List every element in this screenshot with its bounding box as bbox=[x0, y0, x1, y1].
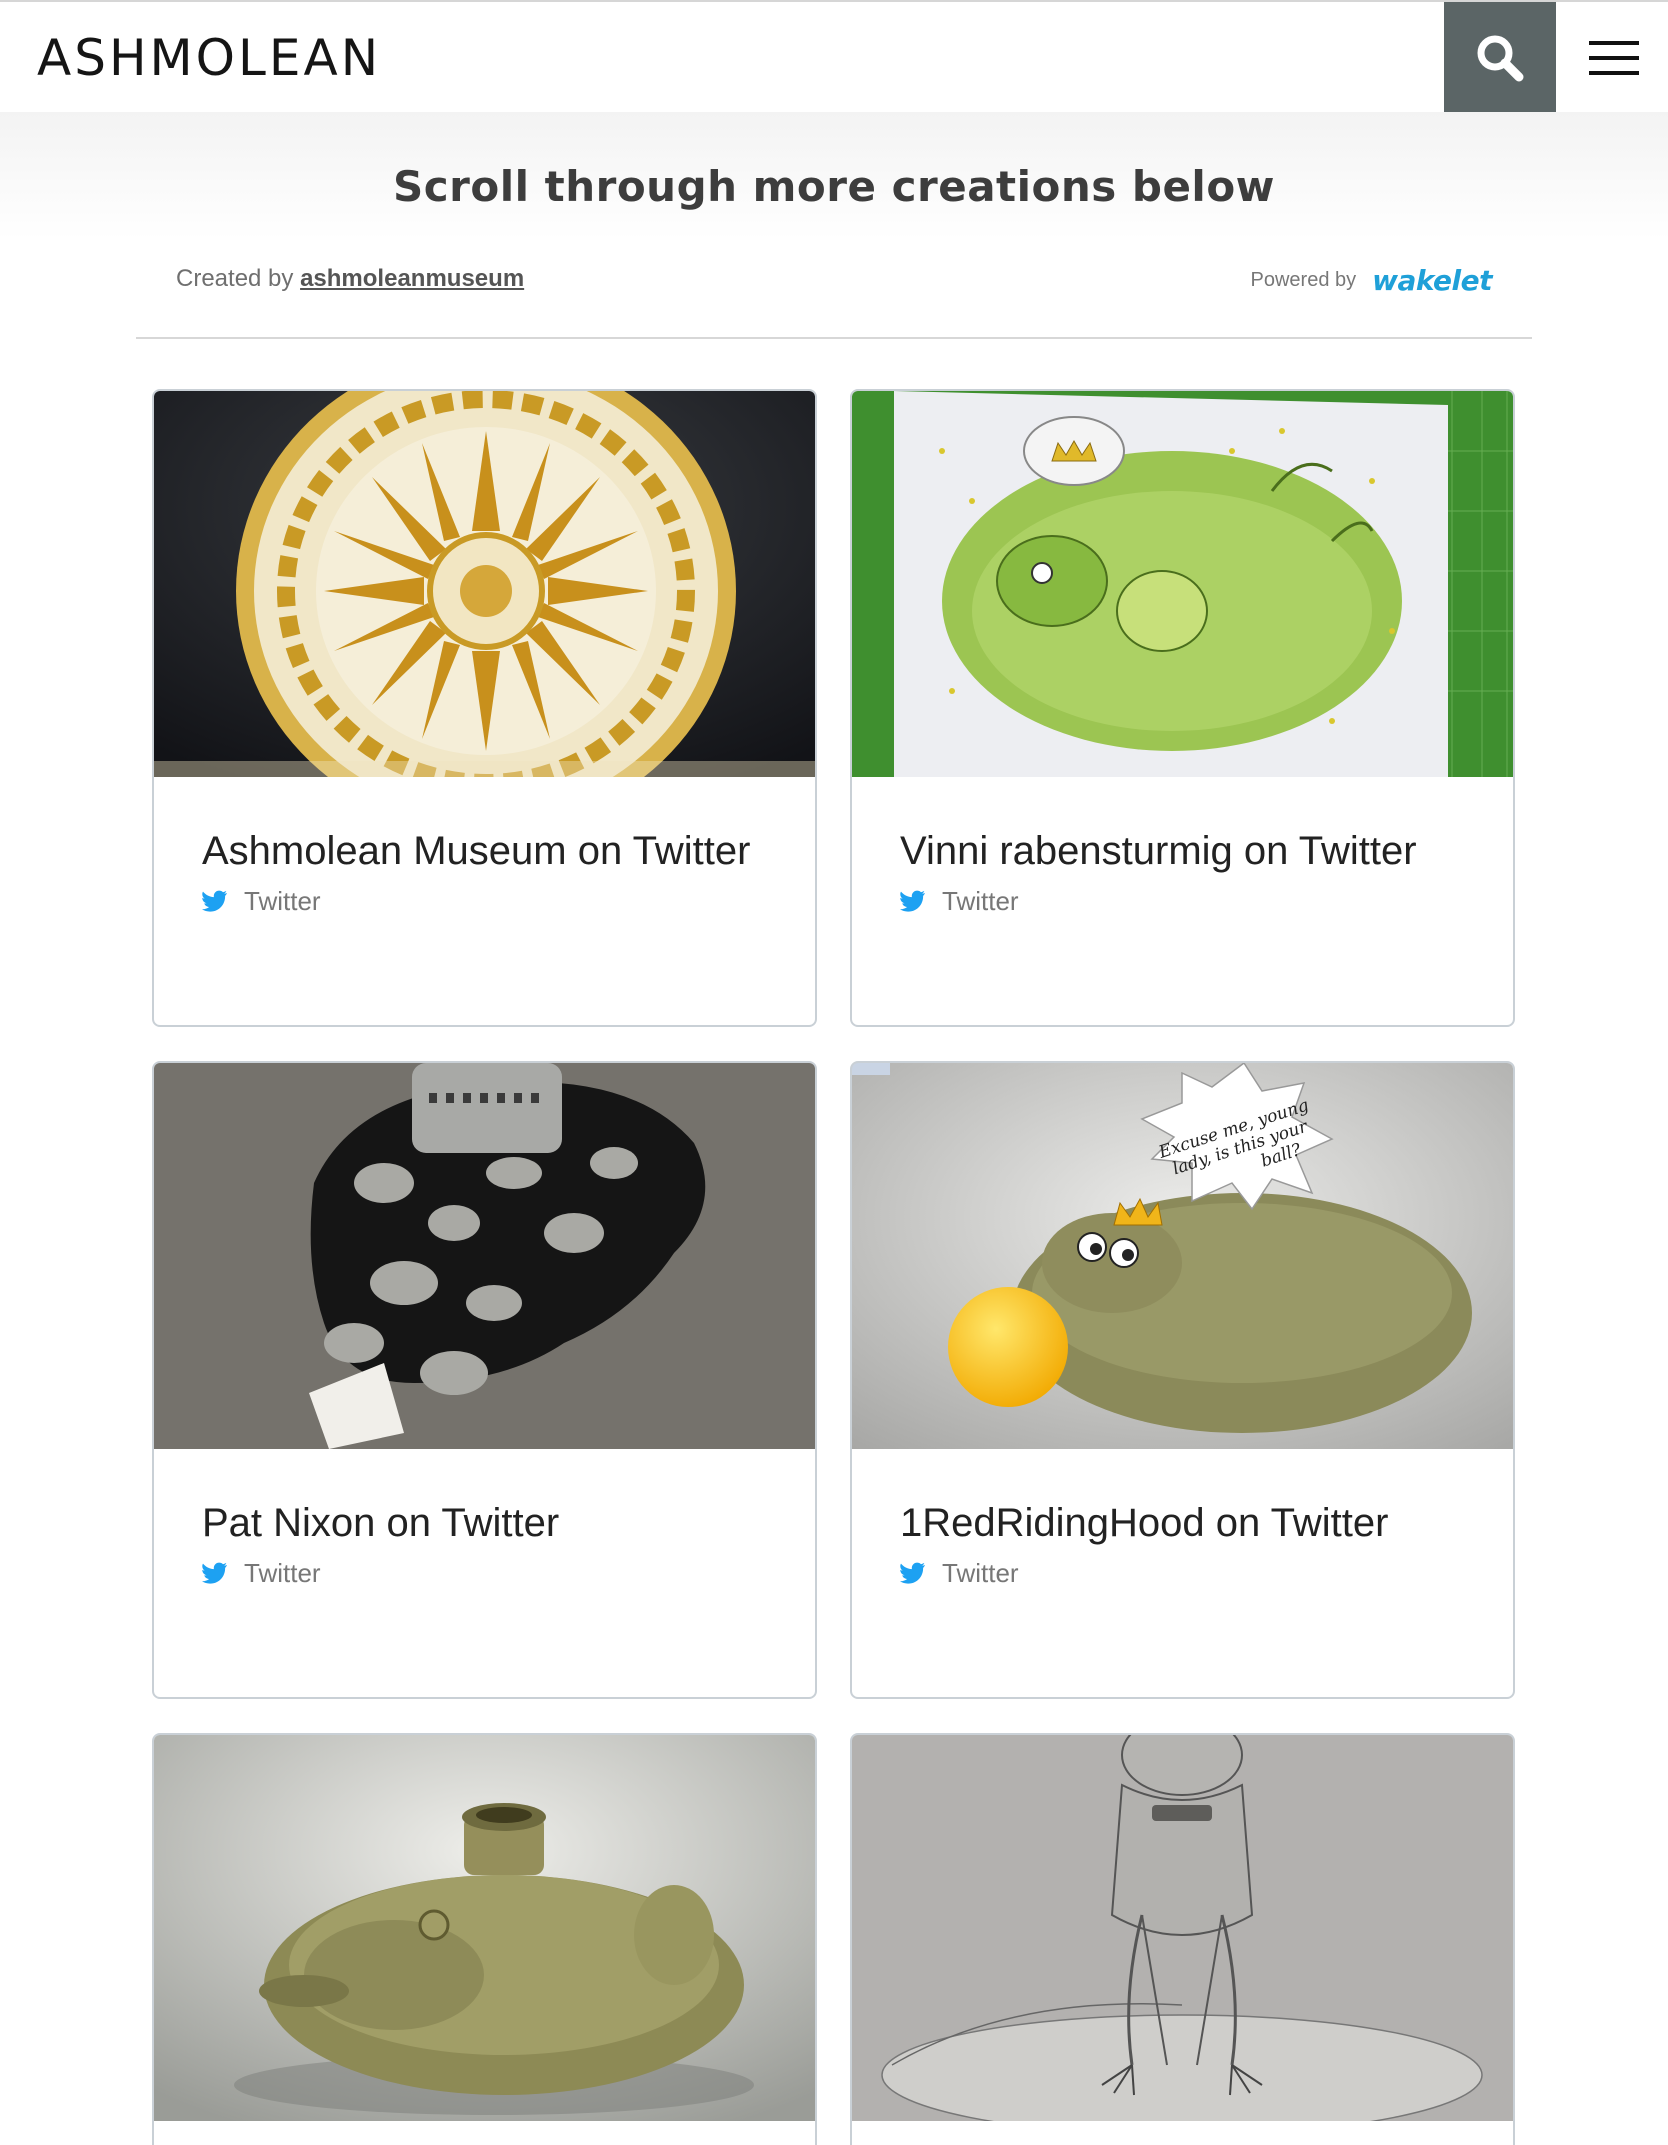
card-source-label: Twitter bbox=[244, 886, 321, 916]
card-source: Twitter bbox=[202, 885, 321, 917]
collection-card[interactable] bbox=[850, 1733, 1515, 2145]
card-source: Twitter bbox=[202, 1557, 321, 1589]
search-button[interactable] bbox=[1444, 2, 1556, 114]
twitter-bird-icon bbox=[900, 1562, 925, 1584]
collection-card[interactable]: Vinni rabensturmig on Twitter Twitter bbox=[850, 389, 1515, 1027]
card-source-label: Twitter bbox=[942, 886, 1019, 916]
site-header: ASHMOLEAN bbox=[0, 0, 1668, 114]
powered-by: Powered by wakelet bbox=[1250, 262, 1493, 298]
hamburger-menu-icon bbox=[1589, 41, 1639, 75]
created-by: Created by ashmoleanmuseum bbox=[176, 264, 524, 294]
card-title[interactable]: 1RedRidingHood on Twitter bbox=[900, 1499, 1388, 1547]
card-image-bowl[interactable] bbox=[154, 391, 815, 777]
pencil-frog-image bbox=[852, 1735, 1513, 2121]
card-source: Twitter bbox=[900, 885, 1019, 917]
search-icon bbox=[1477, 35, 1524, 82]
card-image-fabric-figure[interactable] bbox=[154, 1063, 815, 1449]
twitter-bird-icon bbox=[900, 890, 925, 912]
creator-link[interactable]: ashmoleanmuseum bbox=[300, 265, 524, 292]
frog-with-ball-image: Excuse me, young lady, is this your ball… bbox=[852, 1063, 1513, 1449]
twitter-bird-icon bbox=[202, 1562, 227, 1584]
card-source-label: Twitter bbox=[942, 1558, 1019, 1588]
frog-vessel-image bbox=[154, 1735, 815, 2121]
powered-by-label: Powered by bbox=[1250, 268, 1357, 291]
bowl-image bbox=[154, 391, 815, 777]
collection-card[interactable] bbox=[152, 1733, 817, 2145]
card-title[interactable]: Vinni rabensturmig on Twitter bbox=[900, 827, 1417, 875]
card-title[interactable]: Ashmolean Museum on Twitter bbox=[202, 827, 750, 875]
twitter-bird-icon bbox=[202, 890, 227, 912]
ashmolean-logo[interactable]: ASHMOLEAN bbox=[37, 28, 381, 88]
divider bbox=[136, 337, 1532, 339]
created-by-label: Created by bbox=[176, 265, 294, 292]
card-image-frog-with-ball[interactable]: Excuse me, young lady, is this your ball… bbox=[852, 1063, 1513, 1449]
page-title: Scroll through more creations below bbox=[393, 162, 1275, 211]
fabric-figure-image bbox=[154, 1063, 815, 1449]
card-source-label: Twitter bbox=[244, 1558, 321, 1588]
frog-drawing-image bbox=[852, 391, 1513, 777]
collection-card[interactable]: Pat Nixon on Twitter Twitter bbox=[152, 1061, 817, 1699]
wakelet-logo[interactable]: wakelet bbox=[1372, 264, 1492, 297]
card-source: Twitter bbox=[900, 1557, 1019, 1589]
collection-card[interactable]: Excuse me, young lady, is this your ball… bbox=[850, 1061, 1515, 1699]
menu-button[interactable] bbox=[1560, 2, 1668, 114]
card-image-pencil-frog[interactable] bbox=[852, 1735, 1513, 2121]
card-title[interactable]: Pat Nixon on Twitter bbox=[202, 1499, 559, 1547]
card-image-frog-drawing[interactable] bbox=[852, 391, 1513, 777]
card-image-frog-vessel[interactable] bbox=[154, 1735, 815, 2121]
collection-card[interactable]: Ashmolean Museum on Twitter Twitter bbox=[152, 389, 817, 1027]
